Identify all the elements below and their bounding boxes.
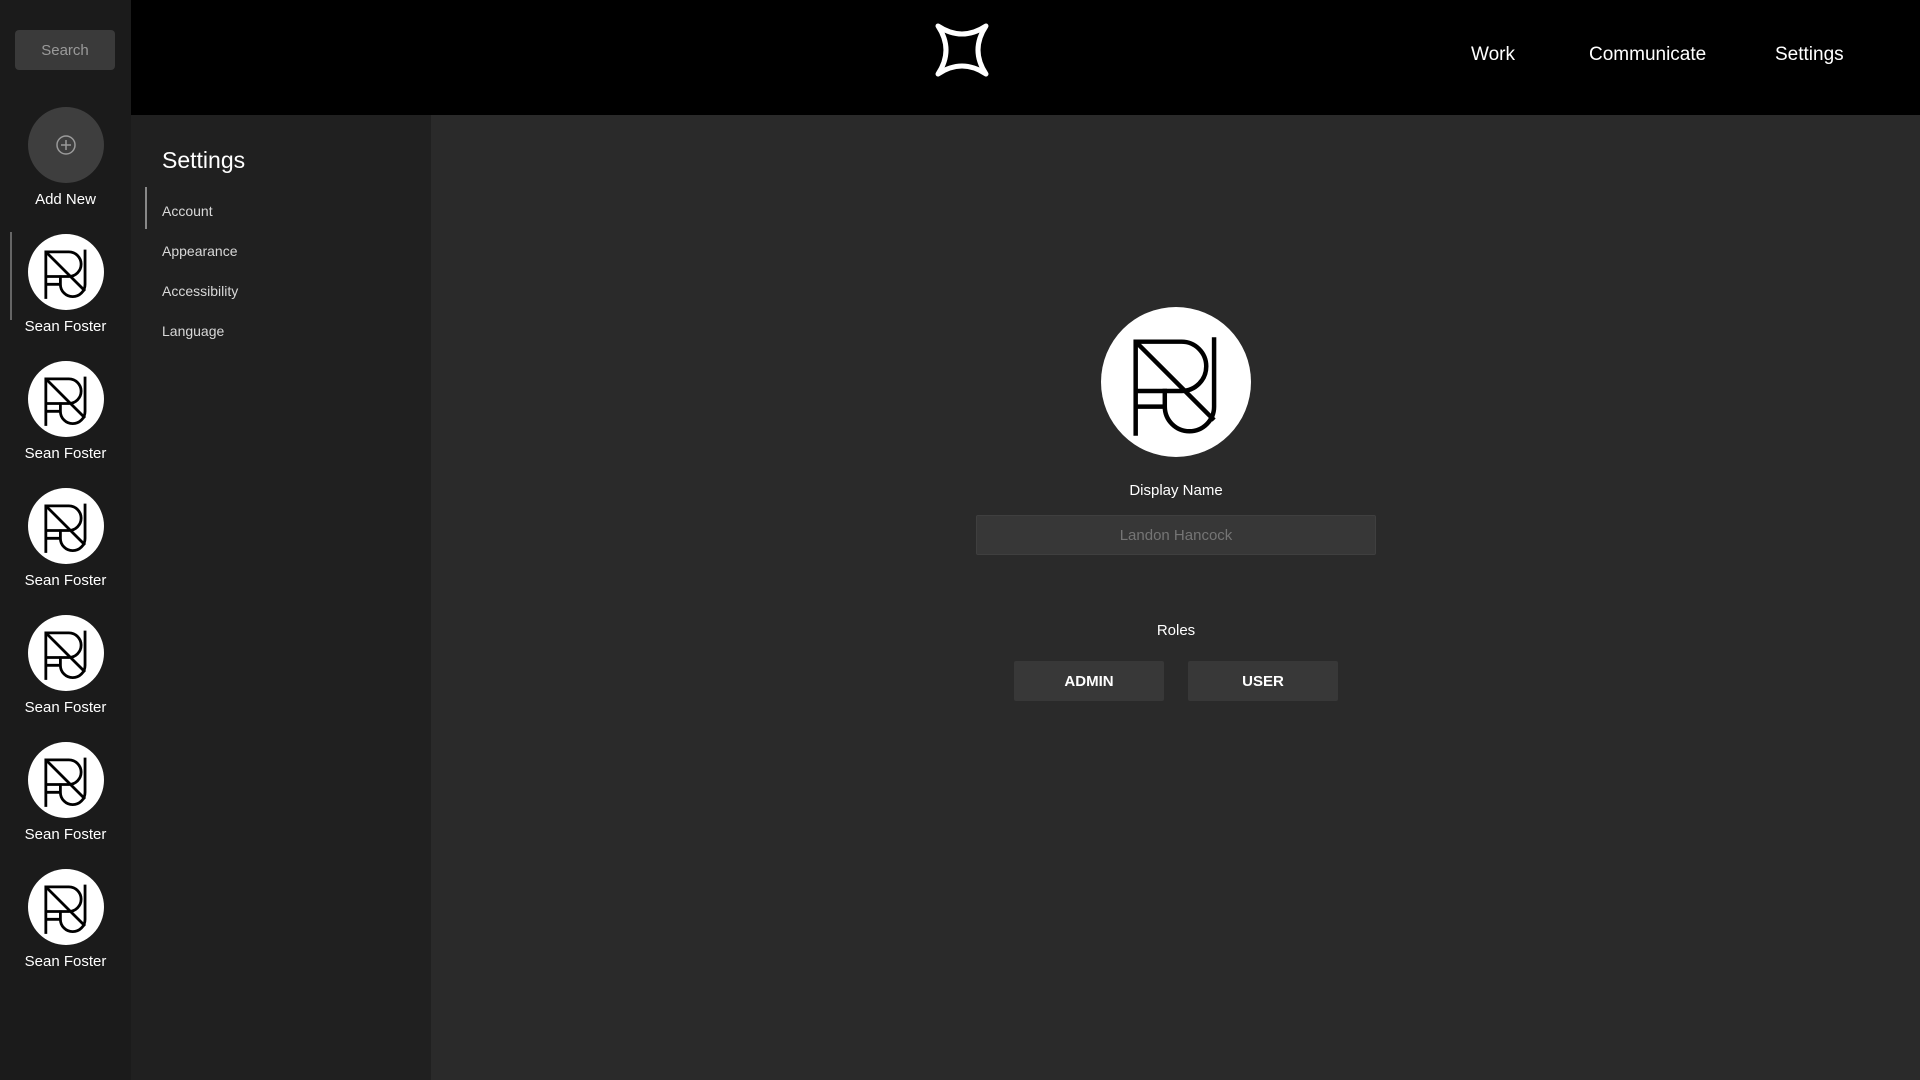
rail-user-name: Sean Foster — [24, 699, 107, 716]
rail-user-item[interactable]: Sean Foster — [0, 742, 131, 843]
avatar[interactable] — [27, 234, 104, 310]
rail-user-name: Sean Foster — [24, 318, 107, 335]
add-new-button[interactable]: Add New — [0, 107, 131, 208]
avatar[interactable] — [27, 361, 104, 437]
settings-item-language[interactable]: Language — [162, 323, 224, 339]
avatar[interactable] — [27, 615, 104, 691]
settings-title: Settings — [162, 147, 246, 173]
search-button[interactable]: Search — [15, 30, 115, 70]
profile-avatar[interactable] — [1101, 307, 1251, 457]
avatar[interactable] — [27, 869, 104, 945]
monogram-logo-icon — [1133, 337, 1217, 436]
settings-item-accessibility[interactable]: Accessibility — [162, 283, 238, 299]
monogram-logo-icon — [43, 884, 86, 934]
rail-user-item[interactable]: Sean Foster — [0, 869, 131, 970]
nav-work-link[interactable]: Work — [1471, 44, 1515, 66]
avatar[interactable] — [27, 488, 104, 564]
display-name-input[interactable] — [976, 515, 1376, 555]
sparkle-logo-icon[interactable] — [932, 20, 992, 80]
rail-user-item[interactable]: Sean Foster — [0, 615, 131, 716]
rail-user-name: Sean Foster — [24, 445, 107, 462]
user-rail: Search Add New Sean Foster Sean Foster S… — [0, 0, 131, 1080]
settings-item-account[interactable]: Account — [162, 203, 213, 219]
roles-label: Roles — [1156, 622, 1196, 639]
account-panel: Display Name Roles ADMIN USER — [431, 115, 1920, 1080]
settings-sidebar: Settings Account Appearance Accessibilit… — [131, 115, 431, 1080]
avatar[interactable] — [27, 742, 104, 818]
nav-communicate-link[interactable]: Communicate — [1589, 44, 1706, 66]
rail-user-name: Sean Foster — [24, 953, 107, 970]
role-admin-button[interactable]: ADMIN — [1014, 661, 1164, 701]
monogram-logo-icon — [43, 630, 86, 680]
plus-circle-icon — [55, 135, 76, 155]
monogram-logo-icon — [43, 376, 86, 426]
role-user-button[interactable]: USER — [1188, 661, 1338, 701]
rail-user-item[interactable]: Sean Foster — [0, 232, 131, 335]
nav-settings-link[interactable]: Settings — [1775, 44, 1844, 66]
active-indicator — [145, 187, 147, 229]
add-new-circle[interactable] — [27, 107, 104, 183]
settings-item-appearance[interactable]: Appearance — [162, 243, 238, 259]
monogram-logo-icon — [43, 249, 86, 299]
monogram-logo-icon — [43, 757, 86, 807]
top-bar: Work Communicate Settings — [131, 0, 1920, 115]
monogram-logo-icon — [43, 503, 86, 553]
rail-user-item[interactable]: Sean Foster — [0, 488, 131, 589]
add-new-label: Add New — [35, 191, 96, 208]
rail-user-name: Sean Foster — [24, 572, 107, 589]
rail-user-name: Sean Foster — [24, 826, 107, 843]
display-name-label: Display Name — [1129, 482, 1223, 499]
rail-user-item[interactable]: Sean Foster — [0, 361, 131, 462]
